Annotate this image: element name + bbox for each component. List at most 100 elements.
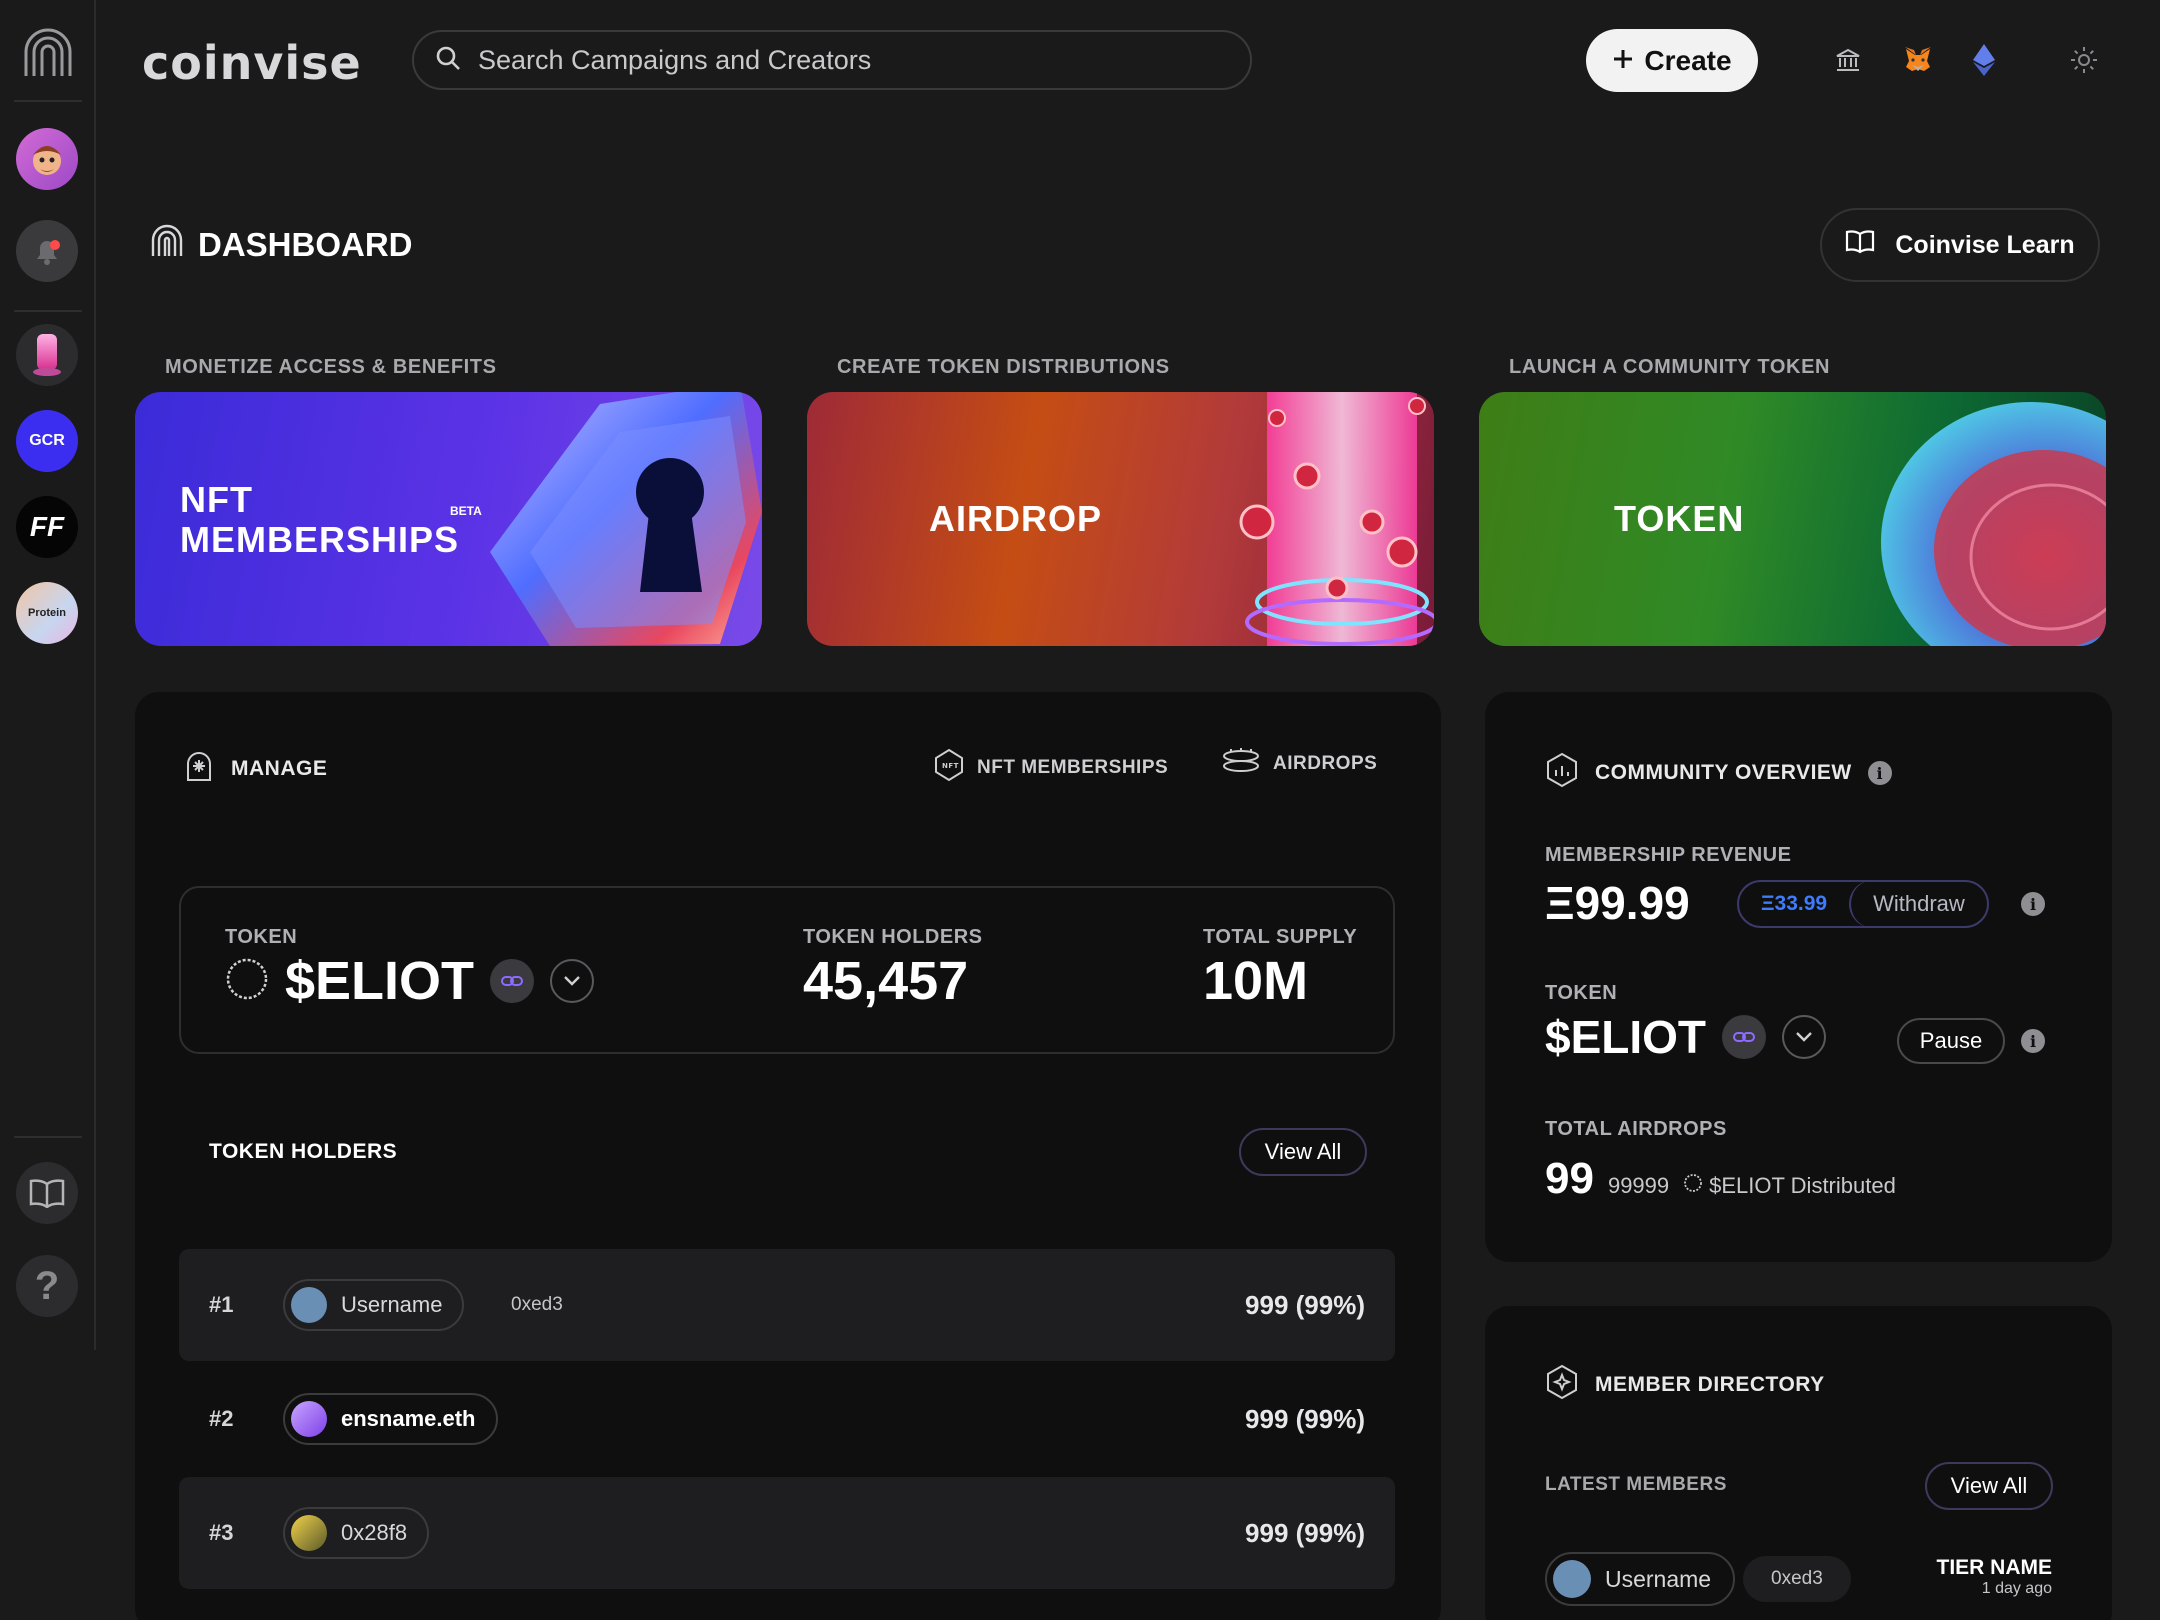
total-supply-label: TOTAL SUPPLY: [1203, 926, 1358, 948]
token-holders-section-title: TOKEN HOLDERS: [209, 1140, 398, 1163]
token-holders-value: 45,457: [803, 951, 969, 1011]
keyhole-hexagon-icon: [490, 392, 762, 646]
book-icon: [1845, 230, 1875, 261]
profile-avatar[interactable]: [16, 128, 78, 190]
token-card[interactable]: TOKEN: [1479, 392, 2106, 646]
member-directory-header: MEMBER DIRECTORY: [1545, 1364, 1825, 1406]
holder-pill[interactable]: Username: [283, 1279, 465, 1331]
holder-name: 0x28f8: [341, 1520, 408, 1545]
help-icon[interactable]: ?: [16, 1255, 78, 1317]
manage-panel: MANAGE NFT NFT MEMBERSHIPS AIRDROPS TOKE…: [135, 692, 1441, 1620]
members-view-all-button[interactable]: View All: [1925, 1462, 2053, 1510]
coinvise-arch-icon[interactable]: [22, 28, 74, 80]
member-address: 0xed3: [1743, 1556, 1851, 1602]
ethereum-icon[interactable]: [1966, 42, 2002, 78]
search-bar[interactable]: [412, 30, 1252, 90]
book-icon[interactable]: [16, 1162, 78, 1224]
dashboard-arch-icon: [150, 224, 184, 266]
manage-header: MANAGE: [183, 750, 327, 788]
token-coin-icon: [1881, 402, 2106, 646]
token-card-title: TOKEN: [1614, 498, 1745, 539]
total-airdrops-value: 99: [1545, 1154, 1594, 1203]
member-directory-panel: MEMBER DIRECTORY LATEST MEMBERS View All…: [1485, 1306, 2112, 1620]
holder-rank: #1: [209, 1292, 234, 1317]
brand-logo[interactable]: coinvise: [142, 36, 362, 90]
feature-label-nft: MONETIZE ACCESS & BENEFITS: [165, 356, 497, 378]
bank-icon[interactable]: [1830, 42, 1866, 78]
community-ff-avatar[interactable]: FF: [16, 496, 78, 558]
holders-view-all-button[interactable]: View All: [1239, 1128, 1367, 1176]
community-token-label: TOKEN: [1545, 982, 1618, 1004]
community-header: COMMUNITY OVERVIEW i: [1545, 752, 1892, 794]
theme-sun-icon[interactable]: [2066, 42, 2102, 78]
token-symbol: $ELIOT: [285, 951, 475, 1011]
airdrop-card-title: AIRDROP: [929, 498, 1103, 539]
holder-name: Username: [341, 1292, 443, 1317]
user-avatar: [291, 1515, 327, 1551]
total-airdrops-label: TOTAL AIRDROPS: [1545, 1118, 1727, 1140]
member-pill[interactable]: Username: [1545, 1552, 1736, 1606]
tab-airdrops-label: AIRDROPS: [1273, 753, 1378, 774]
community-protein-avatar[interactable]: Protein: [16, 582, 78, 644]
holder-pill[interactable]: ensname.eth: [283, 1393, 498, 1445]
holder-amount: 999 (99%): [1245, 1289, 1365, 1320]
community-overview-panel: COMMUNITY OVERVIEW i MEMBERSHIP REVENUE …: [1485, 692, 2112, 1262]
user-avatar: [291, 1401, 327, 1437]
table-row[interactable]: #3 0x28f8 999 (99%): [179, 1477, 1395, 1589]
member-joined-time: 1 day ago: [1981, 1580, 2052, 1597]
token-summary-box: TOKEN $ELIOT TOKEN HOLDERS 45,457 TOTAL …: [179, 886, 1395, 1054]
link-icon[interactable]: [490, 959, 535, 1003]
member-tier: TIER NAME: [1936, 1556, 2053, 1579]
tab-nft-memberships-label: NFT MEMBERSHIPS: [977, 757, 1169, 778]
pause-button[interactable]: Pause: [1897, 1018, 2005, 1064]
membership-revenue-value: Ξ99.99: [1545, 877, 1690, 929]
community-title: COMMUNITY OVERVIEW: [1595, 761, 1852, 784]
info-icon[interactable]: i: [2021, 1029, 2045, 1053]
table-row[interactable]: #2 ensname.eth 999 (99%): [179, 1363, 1395, 1475]
chevron-down-icon[interactable]: [1782, 1015, 1827, 1059]
rail-divider: [14, 310, 82, 312]
coinvise-learn-label: Coinvise Learn: [1895, 230, 2075, 259]
metamask-fox-icon[interactable]: [1900, 42, 1936, 78]
holder-address: 0xed3: [511, 1294, 563, 1315]
airdrops-amount: 99999: [1607, 1173, 1670, 1198]
community-token-symbol: $ELIOT: [1545, 1011, 1707, 1063]
page-title: DASHBOARD: [150, 224, 413, 266]
chevron-down-icon[interactable]: [550, 959, 595, 1003]
airdrops-icon: [1221, 748, 1261, 780]
holder-pill[interactable]: 0x28f8: [283, 1507, 430, 1559]
airdrops-suffix: $ELIOT Distributed: [1709, 1173, 1896, 1198]
withdrawable-amount: Ξ33.99: [1761, 892, 1828, 915]
tab-nft-memberships[interactable]: NFT NFT MEMBERSHIPS: [933, 748, 1168, 788]
beta-badge: BETA: [450, 504, 482, 518]
page-title-text: DASHBOARD: [198, 226, 413, 263]
nft-card-title-line1: NFT: [180, 479, 253, 520]
notifications-bell-icon[interactable]: [16, 220, 78, 282]
nft-hexagon-icon: NFT: [933, 748, 965, 788]
airdrop-card[interactable]: AIRDROP: [807, 392, 1434, 646]
withdraw-button[interactable]: Withdraw: [1849, 882, 1987, 926]
link-icon[interactable]: [1722, 1015, 1767, 1059]
info-icon[interactable]: i: [2021, 892, 2045, 916]
user-avatar: [291, 1287, 327, 1323]
rail-divider: [14, 100, 82, 102]
community-gcr-avatar[interactable]: GCR: [16, 410, 78, 472]
holder-name: ensname.eth: [341, 1406, 476, 1431]
token-ring-icon: [1683, 1173, 1703, 1198]
holder-amount: 999 (99%): [1245, 1517, 1365, 1548]
token-label: TOKEN: [225, 926, 298, 948]
info-icon[interactable]: i: [1867, 761, 1892, 785]
coinvise-learn-button[interactable]: Coinvise Learn: [1820, 208, 2100, 282]
token-ring-icon: [225, 957, 269, 1006]
create-button[interactable]: Create: [1586, 29, 1758, 92]
total-supply-value: 10M: [1203, 951, 1309, 1011]
nft-card-title-line2: MEMBERSHIPS: [180, 519, 460, 560]
nft-memberships-card[interactable]: NFT MEMBERSHIPS BETA: [135, 392, 762, 646]
search-input[interactable]: [478, 44, 1178, 76]
community-art-avatar[interactable]: [16, 324, 78, 386]
table-row[interactable]: #1 Username 0xed3 999 (99%): [179, 1249, 1395, 1361]
latest-members-label: LATEST MEMBERS: [1545, 1474, 1727, 1495]
tab-airdrops[interactable]: AIRDROPS: [1221, 748, 1377, 780]
plus-icon: [1612, 45, 1634, 77]
airdrop-tube-icon: [1239, 392, 1434, 646]
